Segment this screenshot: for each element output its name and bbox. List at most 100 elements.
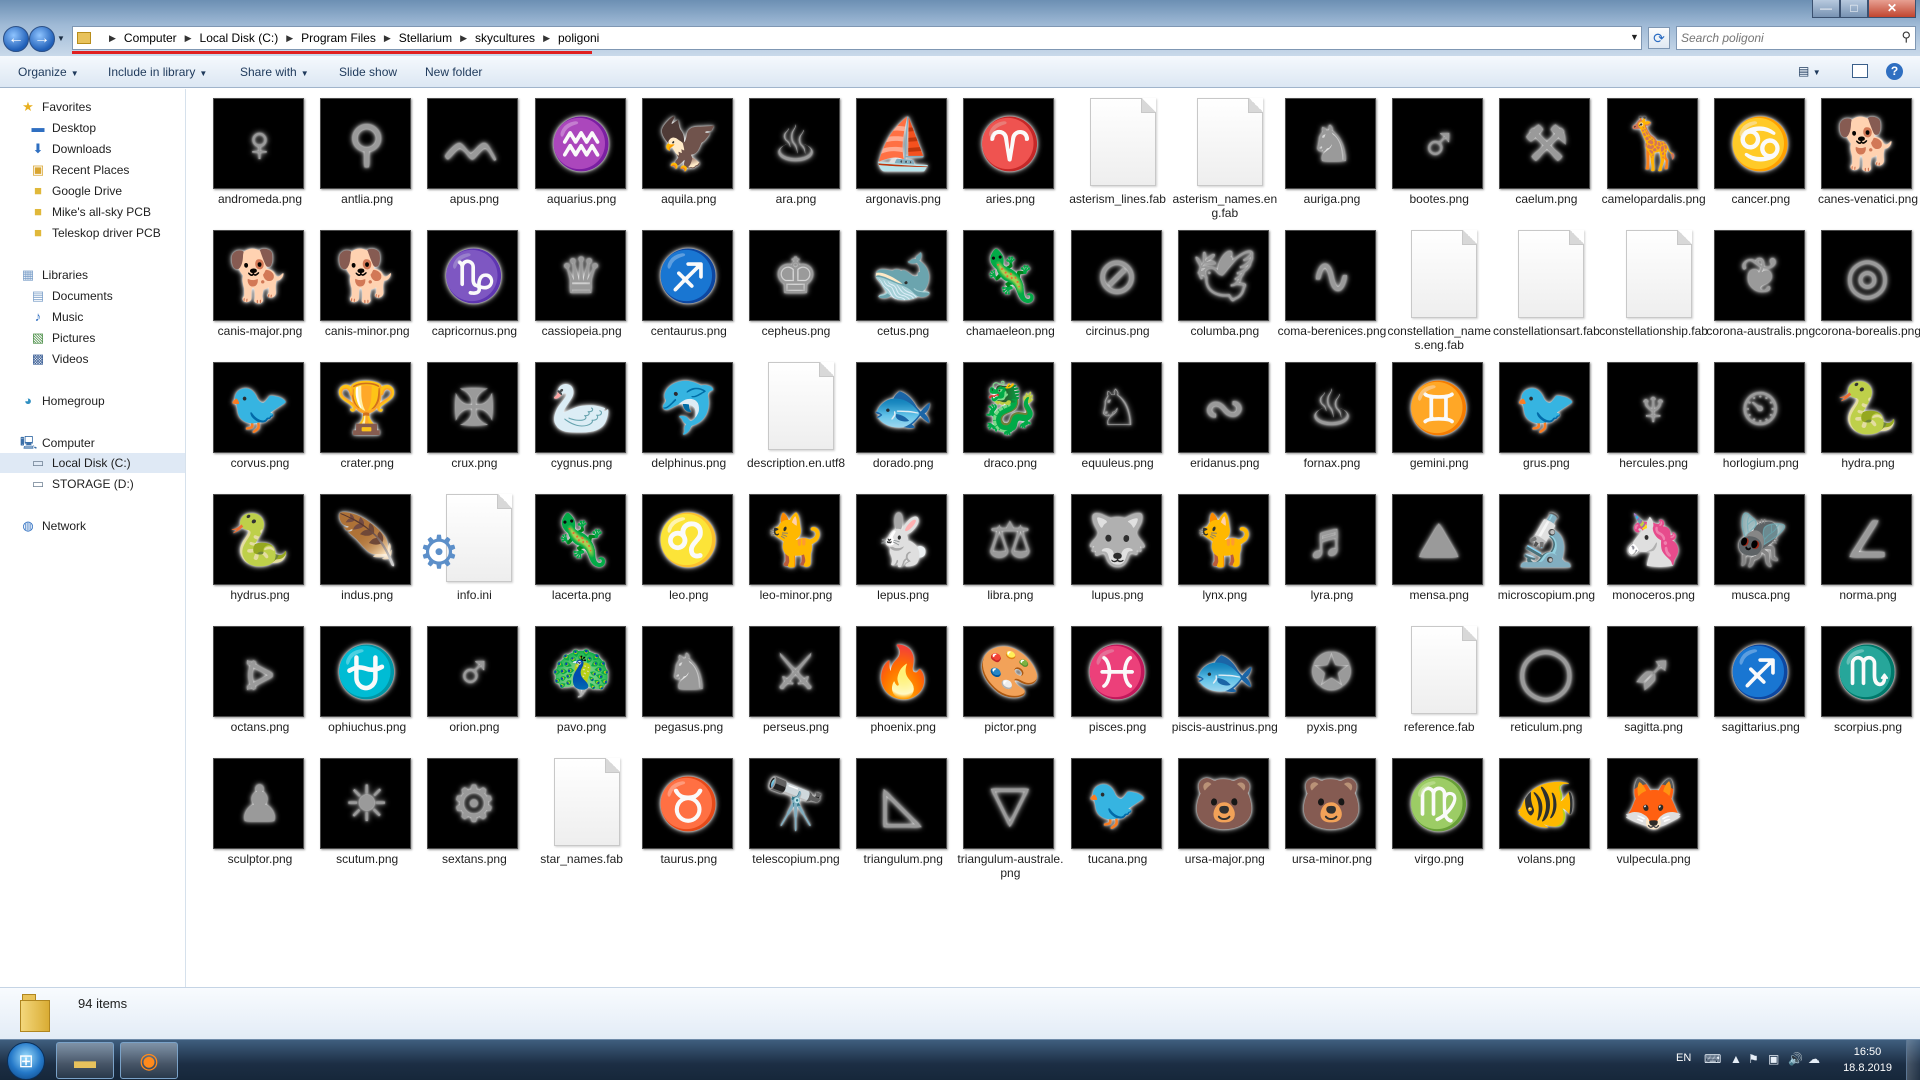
file-item[interactable]: ⛎ ophiuchus.png (305, 617, 412, 745)
file-item[interactable]: 🐍 hydrus.png (198, 485, 304, 613)
sidebar-item-local-disk[interactable]: ▭ Local Disk (C:) (0, 453, 185, 473)
chevron-up-icon[interactable]: ▲ (1730, 1052, 1742, 1066)
address-history-dropdown[interactable]: ▼ (1630, 32, 1639, 42)
file-item[interactable]: ♂ bootes.png (1377, 89, 1484, 217)
file-item[interactable]: 🐺 lupus.png (1056, 485, 1162, 613)
file-item[interactable]: ᨓ apus.png (412, 89, 519, 217)
file-item[interactable]: 🎨 pictor.png (948, 617, 1055, 745)
file-item[interactable]: 🕊 columba.png (1163, 221, 1269, 349)
chevron-right-icon[interactable]: ▶ (384, 33, 391, 44)
file-item[interactable]: ♈ aries.png (948, 89, 1055, 217)
file-item[interactable]: constellation_names.eng.fab (1377, 221, 1491, 352)
file-item[interactable]: 🐦 grus.png (1484, 353, 1591, 481)
file-item[interactable]: 🔭 telescopium.png (734, 749, 840, 877)
address-bar[interactable]: ▶ Computer ▶ Local Disk (C:) ▶ Program F… (72, 26, 1642, 50)
change-view-button[interactable]: ▤ ▼ (1798, 64, 1821, 78)
share-with-button[interactable]: Share with ▼ (240, 65, 309, 79)
file-item[interactable]: ♒ aquarius.png (520, 89, 626, 217)
file-item[interactable]: ⚒ caelum.png (1484, 89, 1591, 217)
search-input[interactable] (1681, 28, 1891, 48)
file-item[interactable]: ☀ scutum.png (305, 749, 412, 877)
file-item[interactable]: 🐕 canes-venatici.png (1806, 89, 1918, 217)
file-item[interactable]: 🐬 delphinus.png (627, 353, 733, 481)
file-item[interactable]: ♐ sagittarius.png (1699, 617, 1805, 745)
chevron-right-icon[interactable]: ▶ (460, 33, 467, 44)
file-item[interactable]: 🐈 leo-minor.png (734, 485, 840, 613)
cloud-icon[interactable]: ☁ (1808, 1052, 1820, 1066)
file-item[interactable]: star_names.fab (520, 749, 624, 877)
file-item[interactable]: 🐕 canis-major.png (198, 221, 304, 349)
file-item[interactable]: ♚ cepheus.png (734, 221, 840, 349)
file-item[interactable]: 🐇 lepus.png (841, 485, 948, 613)
file-item[interactable]: ⚙ sextans.png (412, 749, 519, 877)
sidebar-item-libraries[interactable]: ▦ Libraries (20, 265, 205, 285)
file-item[interactable]: ♀ andromeda.png (198, 89, 304, 217)
file-item[interactable]: ⚔ perseus.png (734, 617, 840, 745)
clock[interactable]: 16:50 18.8.2019 (1843, 1044, 1892, 1076)
file-item[interactable]: 🐍 hydra.png (1806, 353, 1912, 481)
file-item[interactable]: ♏ scorpius.png (1806, 617, 1912, 745)
file-item[interactable]: 🐦 tucana.png (1056, 749, 1162, 877)
volume-icon[interactable]: 🔊 (1788, 1052, 1803, 1066)
breadcrumb-local-disk[interactable]: Local Disk (C:) (200, 31, 279, 45)
file-item[interactable]: 🔬 microscopium.png (1484, 485, 1595, 613)
file-item[interactable]: ⛰ mensa.png (1377, 485, 1484, 613)
file-item[interactable]: ♌ leo.png (627, 485, 733, 613)
file-item[interactable]: 🐉 draco.png (948, 353, 1055, 481)
file-item[interactable]: ♐ centaurus.png (627, 221, 733, 349)
file-item[interactable]: ◺ triangulum.png (841, 749, 948, 877)
flag-icon[interactable]: ⚑ (1748, 1052, 1759, 1066)
file-item[interactable]: ❦ corona-australis.png (1699, 221, 1815, 349)
file-item[interactable]: 🦎 lacerta.png (520, 485, 626, 613)
file-item[interactable]: 🐻 ursa-minor.png (1270, 749, 1376, 877)
chevron-right-icon[interactable]: ▶ (185, 33, 192, 44)
file-item[interactable]: ♂ orion.png (412, 617, 519, 745)
file-item[interactable]: 🐟 dorado.png (841, 353, 948, 481)
breadcrumb-stellarium[interactable]: Stellarium (399, 31, 452, 45)
file-item[interactable]: 🦚 pavo.png (520, 617, 626, 745)
help-button[interactable]: ? (1886, 63, 1903, 80)
keyboard-icon[interactable]: ⌨ (1704, 1052, 1721, 1066)
file-item[interactable]: 🦢 cygnus.png (520, 353, 626, 481)
slide-show-button[interactable]: Slide show (339, 65, 397, 79)
chevron-right-icon[interactable]: ▶ (286, 33, 293, 44)
file-item[interactable]: 🐻 ursa-major.png (1163, 749, 1269, 877)
start-button[interactable]: ⊞ (7, 1042, 45, 1080)
organize-button[interactable]: Organize ▼ (18, 65, 79, 79)
new-folder-button[interactable]: New folder (425, 65, 482, 79)
show-desktop-button[interactable] (1906, 1040, 1920, 1080)
file-item[interactable]: ♞ pegasus.png (627, 617, 733, 745)
refresh-button[interactable]: ⟳ (1648, 27, 1670, 49)
include-in-library-button[interactable]: Include in library ▼ (108, 65, 207, 79)
maximize-button[interactable]: □ (1840, 0, 1868, 18)
file-item[interactable]: ∠ norma.png (1806, 485, 1912, 613)
file-item[interactable]: 🪰 musca.png (1699, 485, 1805, 613)
file-item[interactable]: ∿ coma-berenices.png (1270, 221, 1386, 349)
taskbar-firefox-button[interactable]: ◉ (120, 1042, 178, 1079)
file-item[interactable]: ⏲ horlogium.png (1699, 353, 1805, 481)
file-item[interactable]: constellationsart.fab (1484, 221, 1600, 349)
file-item[interactable]: 🦅 aquila.png (627, 89, 733, 217)
file-item[interactable]: 🐈 lynx.png (1163, 485, 1269, 613)
file-item[interactable]: ♓ pisces.png (1056, 617, 1162, 745)
file-item[interactable]: ♨ fornax.png (1270, 353, 1376, 481)
file-item[interactable]: 🏆 crater.png (305, 353, 412, 481)
file-item[interactable]: 🦒 camelopardalis.png (1592, 89, 1706, 217)
file-item[interactable]: ⛵ argonavis.png (841, 89, 948, 217)
minimize-button[interactable]: — (1812, 0, 1840, 18)
file-item[interactable]: asterism_names.eng.fab (1163, 89, 1277, 220)
file-item[interactable]: ⦠ octans.png (198, 617, 304, 745)
file-item[interactable]: ▽ triangulum-australe.png (948, 749, 1063, 880)
forward-button[interactable]: → (29, 26, 55, 52)
file-item[interactable]: ◯ reticulum.png (1484, 617, 1591, 745)
file-item[interactable]: ♑ capricornus.png (412, 221, 519, 349)
file-item[interactable]: 🐦 corvus.png (198, 353, 304, 481)
file-item[interactable]: ♛ cassiopeia.png (520, 221, 626, 349)
breadcrumb-program-files[interactable]: Program Files (301, 31, 376, 45)
file-item[interactable]: ⚙ info.ini (412, 485, 516, 613)
file-item[interactable]: ♊ gemini.png (1377, 353, 1484, 481)
search-icon[interactable]: ⚲ (1901, 29, 1911, 45)
file-item[interactable]: ♨ ara.png (734, 89, 840, 217)
taskbar-explorer-button[interactable]: ▬ (56, 1042, 114, 1079)
file-item[interactable]: 🐋 cetus.png (841, 221, 948, 349)
